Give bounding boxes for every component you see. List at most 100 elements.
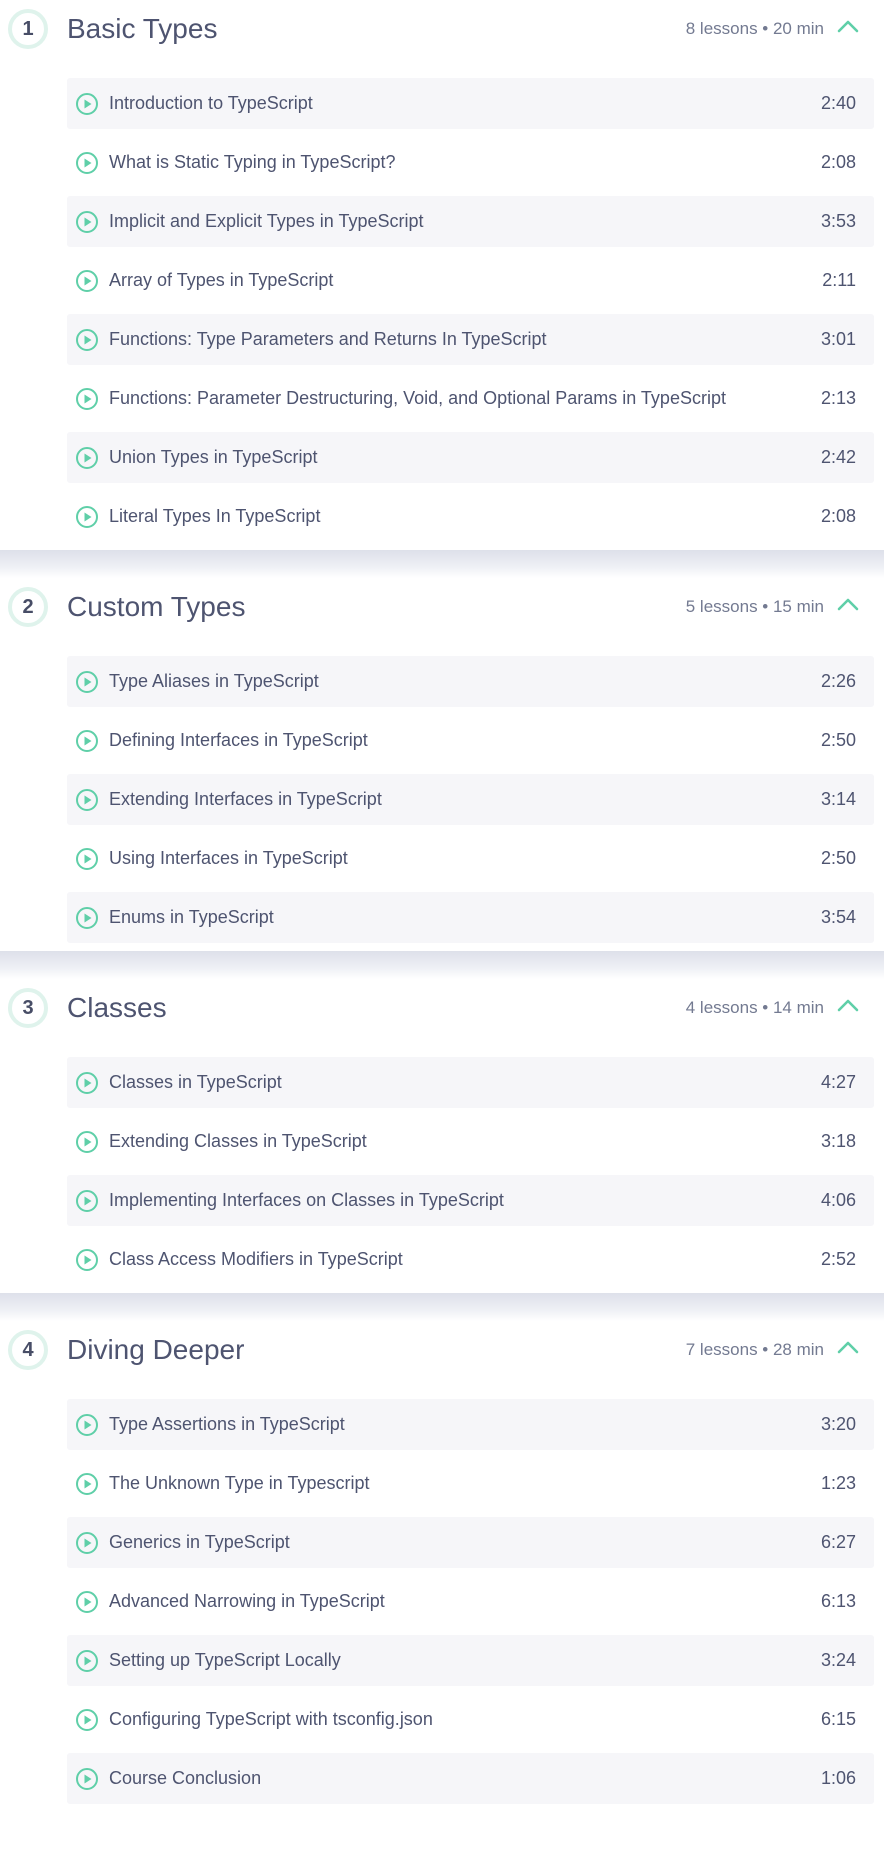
lesson-title: Functions: Parameter Destructuring, Void… bbox=[109, 388, 726, 408]
section-header[interactable]: 1 Basic Types 8 lessons • 20 min bbox=[0, 0, 884, 72]
section-meta: 7 lessons • 28 min bbox=[685, 1340, 824, 1359]
section-2: 2 Custom Types 5 lessons • 15 min Type Alia… bbox=[0, 578, 884, 943]
play-circle-icon bbox=[75, 210, 99, 234]
lesson-row[interactable]: Functions: Parameter Destructuring, Void… bbox=[67, 373, 874, 424]
lesson-duration: 3:53 bbox=[820, 211, 856, 231]
lesson-duration: 3:14 bbox=[820, 789, 856, 809]
lesson-row[interactable]: Array of Types in TypeScript 2:11 bbox=[67, 255, 874, 306]
play-circle-icon bbox=[75, 92, 99, 116]
lesson-row[interactable]: Extending Classes in TypeScript 3:18 bbox=[67, 1116, 874, 1167]
lesson-row[interactable]: Introduction to TypeScript 2:40 bbox=[67, 78, 874, 129]
lesson-title: Functions: Type Parameters and Returns I… bbox=[109, 329, 547, 349]
lesson-duration: 4:27 bbox=[820, 1072, 856, 1092]
play-circle-icon bbox=[75, 1531, 99, 1555]
chevron-up-icon[interactable] bbox=[837, 597, 859, 611]
lesson-title: Classes in TypeScript bbox=[109, 1072, 282, 1092]
lesson-duration: 2:13 bbox=[820, 388, 856, 408]
lesson-duration: 2:40 bbox=[820, 93, 856, 113]
lesson-list: Type Aliases in TypeScript 2:26 Defining I… bbox=[0, 650, 884, 943]
lesson-title: Implicit and Explicit Types in TypeScrip… bbox=[109, 211, 424, 231]
play-circle-icon bbox=[75, 269, 99, 293]
lesson-duration: 2:08 bbox=[820, 506, 856, 526]
lesson-row[interactable]: Type Assertions in TypeScript 3:20 bbox=[67, 1399, 874, 1450]
lesson-title: Generics in TypeScript bbox=[109, 1532, 290, 1552]
lesson-title: Extending Interfaces in TypeScript bbox=[109, 789, 382, 809]
lesson-duration: 3:20 bbox=[820, 1414, 856, 1434]
lesson-title: Configuring TypeScript with tsconfig.jso… bbox=[109, 1709, 433, 1729]
section-meta: 4 lessons • 14 min bbox=[685, 998, 824, 1017]
lesson-row[interactable]: Course Conclusion 1:06 bbox=[67, 1753, 874, 1804]
play-circle-icon bbox=[75, 1767, 99, 1791]
lesson-title: Implementing Interfaces on Classes in Ty… bbox=[109, 1190, 504, 1210]
lesson-row[interactable]: Generics in TypeScript 6:27 bbox=[67, 1517, 874, 1568]
play-circle-icon bbox=[75, 1472, 99, 1496]
play-circle-icon bbox=[75, 670, 99, 694]
lesson-list: Classes in TypeScript 4:27 Extending Class… bbox=[0, 1051, 884, 1285]
lesson-title: Class Access Modifiers in TypeScript bbox=[109, 1249, 403, 1269]
lesson-row[interactable]: Enums in TypeScript 3:54 bbox=[67, 892, 874, 943]
lesson-title: Introduction to TypeScript bbox=[109, 93, 313, 113]
section-3: 3 Classes 4 lessons • 14 min Classes in Typ… bbox=[0, 979, 884, 1285]
section-header[interactable]: 2 Custom Types 5 lessons • 15 min bbox=[0, 578, 884, 650]
lesson-duration: 2:52 bbox=[820, 1249, 856, 1269]
lesson-duration: 1:06 bbox=[820, 1768, 856, 1788]
play-circle-icon bbox=[75, 387, 99, 411]
section-meta: 5 lessons • 15 min bbox=[685, 597, 824, 616]
lesson-title: Using Interfaces in TypeScript bbox=[109, 848, 348, 868]
play-circle-icon bbox=[75, 1413, 99, 1437]
section-title: Classes bbox=[67, 992, 167, 1023]
section-number-badge: 1 bbox=[8, 9, 48, 49]
play-circle-icon bbox=[75, 1708, 99, 1732]
lesson-title: Union Types in TypeScript bbox=[109, 447, 318, 467]
chevron-up-icon[interactable] bbox=[837, 19, 859, 33]
lesson-title: Advanced Narrowing in TypeScript bbox=[109, 1591, 385, 1611]
play-circle-icon bbox=[75, 446, 99, 470]
lesson-row[interactable]: Extending Interfaces in TypeScript 3:14 bbox=[67, 774, 874, 825]
lesson-duration: 2:50 bbox=[820, 848, 856, 868]
lesson-duration: 3:18 bbox=[820, 1131, 856, 1151]
lesson-row[interactable]: Class Access Modifiers in TypeScript 2:52 bbox=[67, 1234, 874, 1285]
lesson-duration: 3:24 bbox=[820, 1650, 856, 1670]
lesson-duration: 6:27 bbox=[820, 1532, 856, 1552]
lesson-row[interactable]: Implicit and Explicit Types in TypeScrip… bbox=[67, 196, 874, 247]
lesson-row[interactable]: Union Types in TypeScript 2:42 bbox=[67, 432, 874, 483]
lesson-title: Literal Types In TypeScript bbox=[109, 506, 321, 526]
play-circle-icon bbox=[75, 151, 99, 175]
lesson-row[interactable]: Setting up TypeScript Locally 3:24 bbox=[67, 1635, 874, 1686]
lesson-row[interactable]: Functions: Type Parameters and Returns I… bbox=[67, 314, 874, 365]
chevron-up-icon[interactable] bbox=[837, 1340, 859, 1354]
lesson-duration: 2:42 bbox=[820, 447, 856, 467]
play-circle-icon bbox=[75, 1248, 99, 1272]
section-4: 4 Diving Deeper 7 lessons • 28 min Type Ass… bbox=[0, 1321, 884, 1804]
lesson-row[interactable]: What is Static Typing in TypeScript? 2:08 bbox=[67, 137, 874, 188]
lesson-list: Type Assertions in TypeScript 3:20 The Unk… bbox=[0, 1393, 884, 1804]
lesson-row[interactable]: Defining Interfaces in TypeScript 2:50 bbox=[67, 715, 874, 766]
lesson-row[interactable]: Type Aliases in TypeScript 2:26 bbox=[67, 656, 874, 707]
lesson-row[interactable]: Configuring TypeScript with tsconfig.jso… bbox=[67, 1694, 874, 1745]
lesson-row[interactable]: Classes in TypeScript 4:27 bbox=[67, 1057, 874, 1108]
section-number-badge: 3 bbox=[8, 988, 48, 1028]
lesson-title: Array of Types in TypeScript bbox=[109, 270, 334, 290]
lesson-row[interactable]: Advanced Narrowing in TypeScript 6:13 bbox=[67, 1576, 874, 1627]
chevron-up-icon[interactable] bbox=[837, 998, 859, 1012]
lesson-row[interactable]: Implementing Interfaces on Classes in Ty… bbox=[67, 1175, 874, 1226]
section-title: Basic Types bbox=[67, 13, 218, 44]
play-circle-icon bbox=[75, 1071, 99, 1095]
section-1: 1 Basic Types 8 lessons • 20 min Introducti… bbox=[0, 0, 884, 542]
section-header[interactable]: 4 Diving Deeper 7 lessons • 28 min bbox=[0, 1321, 884, 1393]
section-meta: 8 lessons • 20 min bbox=[685, 19, 824, 38]
section-header[interactable]: 3 Classes 4 lessons • 14 min bbox=[0, 979, 884, 1051]
play-circle-icon bbox=[75, 505, 99, 529]
play-circle-icon bbox=[75, 1649, 99, 1673]
lesson-duration: 3:54 bbox=[820, 907, 856, 927]
play-circle-icon bbox=[75, 328, 99, 352]
lesson-duration: 2:50 bbox=[820, 730, 856, 750]
play-circle-icon bbox=[75, 1590, 99, 1614]
lesson-title: Setting up TypeScript Locally bbox=[109, 1650, 341, 1670]
lesson-title: Course Conclusion bbox=[109, 1768, 262, 1788]
lesson-row[interactable]: Literal Types In TypeScript 2:08 bbox=[67, 491, 874, 542]
lesson-title: Extending Classes in TypeScript bbox=[109, 1131, 367, 1151]
lesson-row[interactable]: The Unknown Type in Typescript 1:23 bbox=[67, 1458, 874, 1509]
section-title: Diving Deeper bbox=[67, 1334, 245, 1365]
lesson-row[interactable]: Using Interfaces in TypeScript 2:50 bbox=[67, 833, 874, 884]
